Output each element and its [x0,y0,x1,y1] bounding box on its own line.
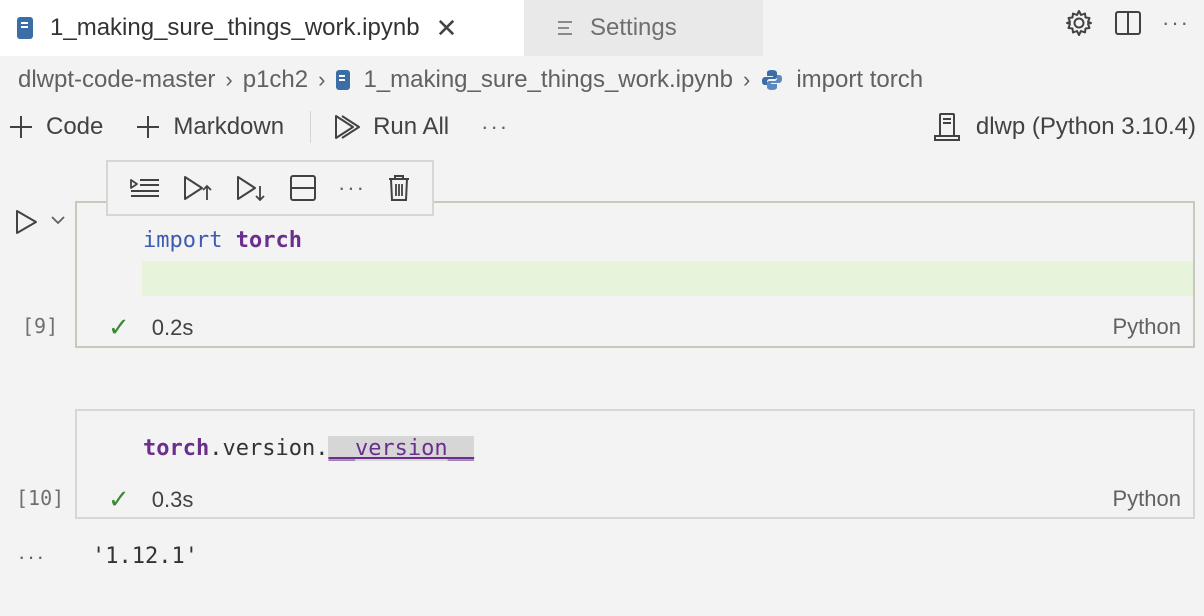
attribute-path-token: .version. [209,436,329,461]
chevron-right-icon: › [318,67,326,92]
cell-language[interactable]: Python [1113,486,1182,512]
kernel-label: dlwp (Python 3.10.4) [975,113,1196,140]
chevron-right-icon: › [225,67,233,92]
plus-icon [135,114,161,140]
add-markdown-cell-button[interactable]: Markdown [135,113,284,141]
dunder-token: __version__ [328,436,475,461]
run-all-button[interactable]: Run All [333,113,449,141]
server-icon [932,112,962,142]
cell-language[interactable]: Python [1113,314,1182,340]
code-line[interactable]: torch.version.__version__ [143,436,475,461]
output-more-icon[interactable]: ··· [18,544,46,570]
notebook-toolbar: Code Markdown Run All ··· [8,106,509,148]
kernel-picker[interactable]: dlwp (Python 3.10.4) [932,106,1196,148]
execution-status: ✓ 0.3s [108,484,193,515]
check-icon: ✓ [108,484,130,514]
breadcrumb-subfolder[interactable]: p1ch2 [243,66,308,94]
execution-count: [9] [22,314,59,338]
notebook-icon [16,16,34,40]
breadcrumb: dlwpt-code-master › p1ch2 › 1_making_sur… [18,60,923,100]
split-editor-icon[interactable] [1114,9,1142,37]
breadcrumb-folder[interactable]: dlwpt-code-master [18,66,215,94]
cell-toolbar: ··· [106,160,434,216]
execution-status: ✓ 0.2s [108,312,193,343]
close-icon[interactable]: ✕ [436,13,458,44]
execute-below-icon[interactable] [235,174,267,202]
chevron-right-icon: › [743,67,751,92]
execution-duration: 0.2s [151,314,194,340]
tab-notebook-label: 1_making_sure_things_work.ipynb [50,14,420,41]
tab-notebook[interactable]: 1_making_sure_things_work.ipynb ✕ [0,0,524,56]
run-all-icon [333,113,361,141]
notebook-icon [335,69,351,91]
play-icon [14,208,40,236]
editor-actions: ··· [1064,0,1204,46]
chevron-down-icon[interactable] [50,214,66,226]
execute-above-icon[interactable] [182,174,214,202]
toolbar-divider [310,111,312,143]
breadcrumb-symbol[interactable]: import torch [796,66,923,94]
run-all-label: Run All [373,113,450,140]
settings-list-icon [558,20,576,36]
split-cell-icon[interactable] [289,174,317,202]
execution-count: [10] [16,486,65,510]
run-by-line-icon[interactable] [129,175,161,201]
check-icon: ✓ [108,312,130,342]
trash-icon[interactable] [387,174,411,202]
gear-icon[interactable] [1064,8,1094,38]
more-actions-icon[interactable]: ··· [1162,10,1190,36]
code-cell-2[interactable] [75,409,1195,519]
more-toolbar-icon[interactable]: ··· [481,114,509,140]
add-code-label: Code [46,113,104,140]
breadcrumb-file[interactable]: 1_making_sure_things_work.ipynb [363,66,733,94]
module-token: torch [143,436,210,461]
cell-output: '1.12.1' [92,544,198,569]
add-markdown-label: Markdown [173,113,285,140]
code-line[interactable]: import torch [143,228,302,253]
tab-settings[interactable]: Settings [524,0,763,56]
current-line-highlight [142,261,1193,296]
run-cell-button[interactable] [14,208,40,236]
plus-icon [8,114,34,140]
keyword-token: import [143,228,223,253]
execution-duration: 0.3s [151,486,194,512]
add-code-cell-button[interactable]: Code [8,113,103,141]
more-icon[interactable]: ··· [338,175,366,201]
module-token: torch [235,228,302,253]
python-icon [760,68,784,92]
tab-settings-label: Settings [590,14,677,41]
